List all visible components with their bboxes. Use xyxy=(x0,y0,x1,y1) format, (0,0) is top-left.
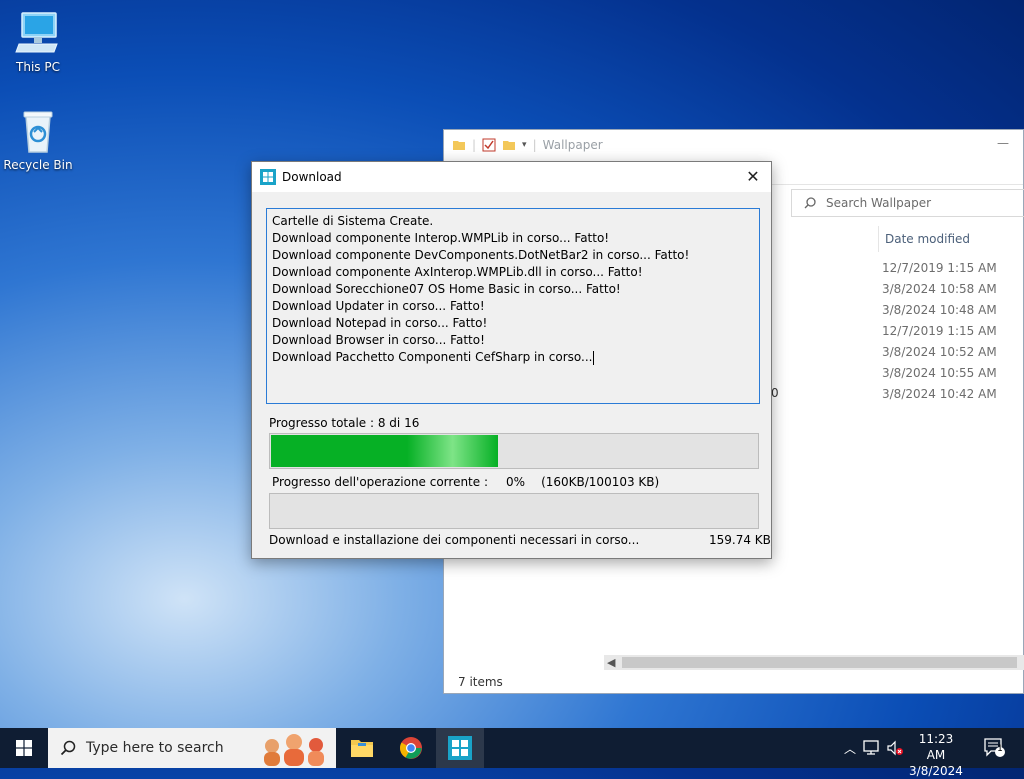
new-folder-icon[interactable] xyxy=(502,139,516,151)
taskbar-chrome[interactable] xyxy=(387,728,435,768)
explorer-titlebar[interactable]: | ▾ | Wallpaper — xyxy=(444,130,1023,160)
current-progress-kb: (160KB/100103 KB) xyxy=(541,475,660,489)
list-item-date[interactable]: 12/7/2019 1:15 AM xyxy=(882,258,997,279)
notification-count-badge: 1 xyxy=(997,744,1003,754)
scrollbar-thumb[interactable] xyxy=(622,657,1017,668)
log-line: Cartelle di Sistema Create. xyxy=(272,214,434,228)
folder-icon xyxy=(453,141,465,150)
chrome-icon xyxy=(400,737,422,759)
list-item-date[interactable]: 3/8/2024 10:48 AM xyxy=(882,300,997,321)
recycle-bin-icon xyxy=(23,111,53,153)
file-date-list: 12/7/2019 1:15 AM 3/8/2024 10:58 AM 3/8/… xyxy=(882,258,997,405)
app-icon xyxy=(260,169,276,185)
column-header-date-modified[interactable]: Date modified xyxy=(878,226,1024,252)
desktop-icon-label: Recycle Bin xyxy=(3,158,73,172)
action-center-button[interactable]: 1 xyxy=(984,738,1006,761)
taskbar-clock[interactable]: 11:23 AM 3/8/2024 xyxy=(908,731,964,779)
network-icon[interactable] xyxy=(862,739,880,757)
log-line: Download Notepad in corso... Fatto! xyxy=(272,316,488,330)
log-line: Download Updater in corso... Fatto! xyxy=(272,299,485,313)
horizontal-scrollbar[interactable]: ◀ xyxy=(604,655,1024,670)
separator: | xyxy=(532,138,537,152)
list-item-date[interactable]: 3/8/2024 10:58 AM xyxy=(882,279,997,300)
current-progress-label: Progresso dell'operazione corrente : xyxy=(272,475,489,489)
search-highlight-illustration-icon xyxy=(264,734,324,766)
total-progress-fill xyxy=(271,435,499,467)
current-progress-label-row: Progresso dell'operazione corrente : 0% … xyxy=(272,475,659,489)
log-line: Download Sorecchione07 OS Home Basic in … xyxy=(272,282,621,296)
desktop-icon-recycle-bin[interactable]: Recycle Bin xyxy=(2,108,74,172)
taskbar: Type here to search ︿ 11:23 AM 3/8/2024 … xyxy=(0,728,1024,778)
log-line: Download componente Interop.WMPLib in co… xyxy=(272,231,610,245)
taskbar-download-app[interactable] xyxy=(436,728,484,768)
taskbar-search-placeholder: Type here to search xyxy=(86,740,224,756)
explorer-search-placeholder: Search Wallpaper xyxy=(826,196,932,210)
log-line: Download componente AxInterop.WMPLib.dll… xyxy=(272,265,643,279)
dialog-titlebar[interactable]: Download ✕ xyxy=(252,162,771,192)
explorer-search-box[interactable]: Search Wallpaper xyxy=(791,189,1024,217)
close-icon[interactable]: ✕ xyxy=(743,167,763,187)
show-hidden-icons-chevron-icon[interactable]: ︿ xyxy=(844,740,856,757)
chevron-down-icon[interactable]: ▾ xyxy=(522,140,527,150)
current-progress-bar xyxy=(269,493,759,529)
search-icon xyxy=(60,740,76,756)
total-progress-bar xyxy=(269,433,759,469)
file-explorer-icon xyxy=(351,740,373,757)
list-item-date[interactable]: 3/8/2024 10:52 AM xyxy=(882,342,997,363)
log-line: Download Browser in corso... Fatto! xyxy=(272,333,485,347)
explorer-title: Wallpaper xyxy=(542,138,603,152)
app-icon xyxy=(448,736,472,760)
list-item-date[interactable]: 3/8/2024 10:55 AM xyxy=(882,363,997,384)
minimize-icon[interactable]: — xyxy=(997,136,1009,150)
download-speed: 159.74 KB/s xyxy=(709,533,771,547)
windows-logo-icon xyxy=(16,740,32,756)
taskbar-search-box[interactable]: Type here to search xyxy=(48,728,336,768)
file-name-fragment: 0 xyxy=(771,386,779,400)
log-line-text: Download Pacchetto Componenti CefSharp i… xyxy=(272,350,593,364)
start-button[interactable] xyxy=(0,728,48,768)
dialog-title: Download xyxy=(282,170,342,184)
volume-muted-icon[interactable] xyxy=(886,739,904,757)
current-progress-percent: 0% xyxy=(506,475,526,489)
explorer-status-bar: 7 items xyxy=(458,675,503,689)
list-item-date[interactable]: 3/8/2024 10:42 AM xyxy=(882,384,997,405)
log-line-current: Download Pacchetto Componenti CefSharp i… xyxy=(272,349,754,366)
scroll-left-icon[interactable]: ◀ xyxy=(607,655,615,670)
separator: | xyxy=(472,138,477,152)
search-icon xyxy=(804,197,816,209)
text-caret xyxy=(593,350,595,365)
taskbar-file-explorer[interactable] xyxy=(338,728,386,768)
log-line: Download componente DevComponents.DotNet… xyxy=(272,248,690,262)
desktop-icon-this-pc[interactable]: This PC xyxy=(2,10,74,74)
computer-icon xyxy=(15,12,58,53)
desktop-icon-label: This PC xyxy=(16,60,60,74)
list-item-date[interactable]: 12/7/2019 1:15 AM xyxy=(882,321,997,342)
total-progress-label: Progresso totale : 8 di 16 xyxy=(269,416,420,430)
download-dialog[interactable]: Download ✕ Cartelle di Sistema Create. D… xyxy=(251,161,772,559)
log-textbox[interactable]: Cartelle di Sistema Create. Download com… xyxy=(266,208,760,404)
properties-icon[interactable] xyxy=(482,138,496,152)
status-message: Download e installazione dei componenti … xyxy=(269,533,640,547)
clock-time: 11:23 AM xyxy=(918,732,954,762)
clock-date: 3/8/2024 xyxy=(909,764,963,778)
